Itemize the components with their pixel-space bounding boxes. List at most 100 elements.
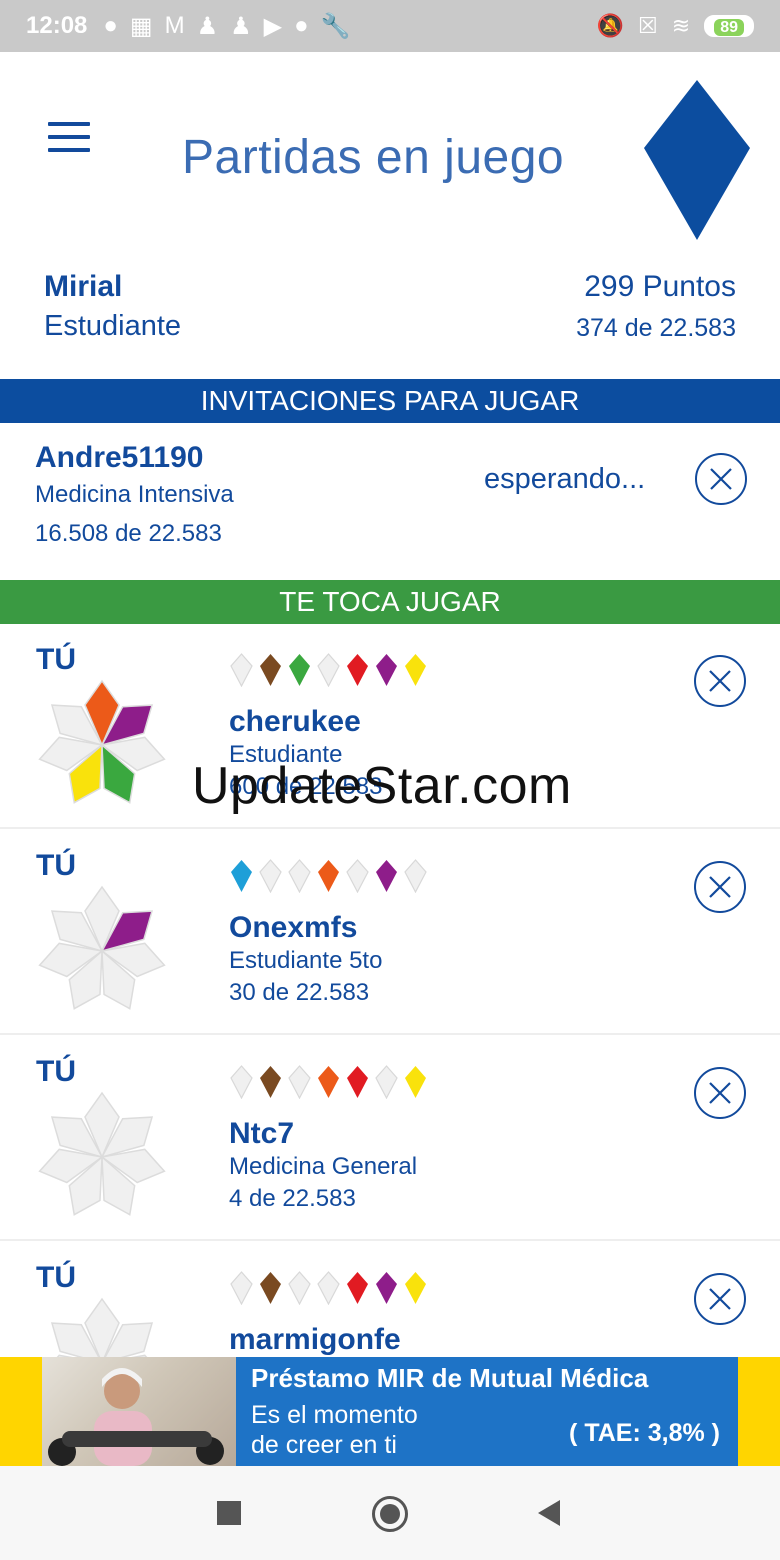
close-icon [710,468,732,490]
category-gems [230,1271,427,1305]
watermark-text: UpdateStar.com [192,757,572,815]
category-gem-icon [231,860,252,892]
category-gem-icon [260,1066,281,1098]
category-gem-icon [375,1065,398,1099]
user-rank: 374 de 22.583 [576,314,736,342]
category-gem-icon [318,860,339,892]
game-row[interactable]: TÚ Onexmfs Estudiante 5to 30 de 22.583 [0,829,780,1035]
youtube-icon: ▶ [263,12,283,40]
circle-icon: ● [294,12,309,39]
invitation-rank: 16.508 de 22.583 [35,520,222,547]
keyhole-icon: ♟ [230,12,252,40]
close-icon [709,670,731,692]
category-gem-icon [318,1066,339,1098]
battery-icon: 89 [704,15,754,37]
invitations-header: INVITACIONES PARA JUGAR [0,379,780,423]
invitation-specialty: Medicina Intensiva [35,481,234,508]
ad-banner[interactable]: Préstamo MIR de Mutual Médica Es el mome… [0,1357,780,1466]
status-time: 12:08 [26,12,88,39]
user-summary: Mirial Estudiante 299 Puntos 374 de 22.5… [0,270,780,350]
cancel-game-button[interactable] [694,1273,746,1325]
opponent-name: cherukee [229,705,361,738]
close-icon [709,1082,731,1104]
you-label: TÚ [36,849,76,882]
category-gem-icon [405,654,426,686]
progress-star-icon [38,679,166,804]
category-gem-icon [405,1272,426,1304]
category-gem-icon [347,654,368,686]
invitation-item[interactable]: Andre51190 Medicina Intensiva 16.508 de … [0,423,780,580]
status-bar: 12:08 ● ▦ M ♟ ♟ ▶ ● 🔧 🔕 ☒ ≋ 89 [0,0,780,52]
ad-content: Préstamo MIR de Mutual Médica Es el mome… [236,1357,738,1466]
opponent-rank: 30 de 22.583 [229,979,370,1006]
ad-rate: ( TAE: 3,8% ) [569,1419,720,1447]
ad-title: Préstamo MIR de Mutual Médica [251,1363,649,1393]
category-gem-icon [405,1066,426,1098]
cancel-game-button[interactable] [694,655,746,707]
category-gem-icon [347,1272,368,1304]
cancel-game-button[interactable] [694,1067,746,1119]
category-gem-icon [259,859,282,893]
wifi-icon: ≋ [671,13,691,38]
close-icon [709,1288,731,1310]
notification-icons: ● ▦ M ♟ ♟ ▶ ● 🔧 [103,12,350,41]
progress-star-icon [38,885,166,1010]
kite-logo-icon [644,80,750,240]
ad-person-image [48,1368,224,1466]
you-label: TÚ [36,1261,76,1294]
you-label: TÚ [36,643,76,676]
battery-level: 89 [714,19,744,36]
cancel-invitation-button[interactable] [695,453,747,505]
category-gem-icon [317,1271,340,1305]
app-header: Partidas en juego [0,52,780,252]
menu-icon[interactable] [48,122,90,152]
category-gem-icon [317,653,340,687]
user-points: 299 Puntos [584,270,736,303]
mail-icon: M [164,12,185,39]
category-gem-icon [289,654,310,686]
grid-icon: ▦ [129,12,153,40]
ad-photo [42,1357,236,1466]
category-gem-icon [230,653,253,687]
close-icon [709,876,731,898]
circle-icon: ● [103,12,118,39]
category-gem-icon [288,859,311,893]
category-gem-icon [288,1271,311,1305]
sim-off-icon: ☒ [638,13,658,38]
category-gem-icon [288,1065,311,1099]
recents-button[interactable] [217,1501,241,1525]
user-level: Estudiante [44,310,182,342]
category-gem-icon [376,860,397,892]
category-gem-icon [230,1271,253,1305]
invitation-status: esperando... [484,463,646,495]
opponent-rank: 4 de 22.583 [229,1185,356,1212]
system-icons: 🔕 ☒ ≋ 89 [597,13,754,39]
category-gem-icon [347,1066,368,1098]
category-gems [230,859,427,893]
page-title: Partidas en juego [182,131,565,184]
back-button[interactable] [538,1500,560,1526]
progress-star-icon [38,1091,166,1216]
category-gem-icon [376,1272,397,1304]
wrench-icon: 🔧 [320,12,351,40]
category-gem-icon [260,1272,281,1304]
category-gem-icon [346,859,369,893]
home-button[interactable] [372,1496,408,1532]
ad-line-1: Es el momento [251,1401,418,1429]
category-gem-icon [376,654,397,686]
user-name: Mirial [44,270,123,303]
category-gems [230,1065,427,1099]
opponent-name: Onexmfs [229,911,358,944]
invitation-name: Andre51190 [35,441,204,474]
cancel-game-button[interactable] [694,861,746,913]
opponent-name: Ntc7 [229,1117,295,1150]
category-gem-icon [404,859,427,893]
turn-header: TE TOCA JUGAR [0,580,780,624]
system-nav-bar [0,1466,780,1560]
opponent-specialty: Estudiante 5to [229,947,383,974]
you-label: TÚ [36,1055,76,1088]
keyhole-icon: ♟ [196,12,219,40]
category-gem-icon [260,654,281,686]
game-row[interactable]: TÚ Ntc7 Medicina General 4 de 22.583 [0,1035,780,1241]
opponent-name: marmigonfe [229,1323,401,1356]
